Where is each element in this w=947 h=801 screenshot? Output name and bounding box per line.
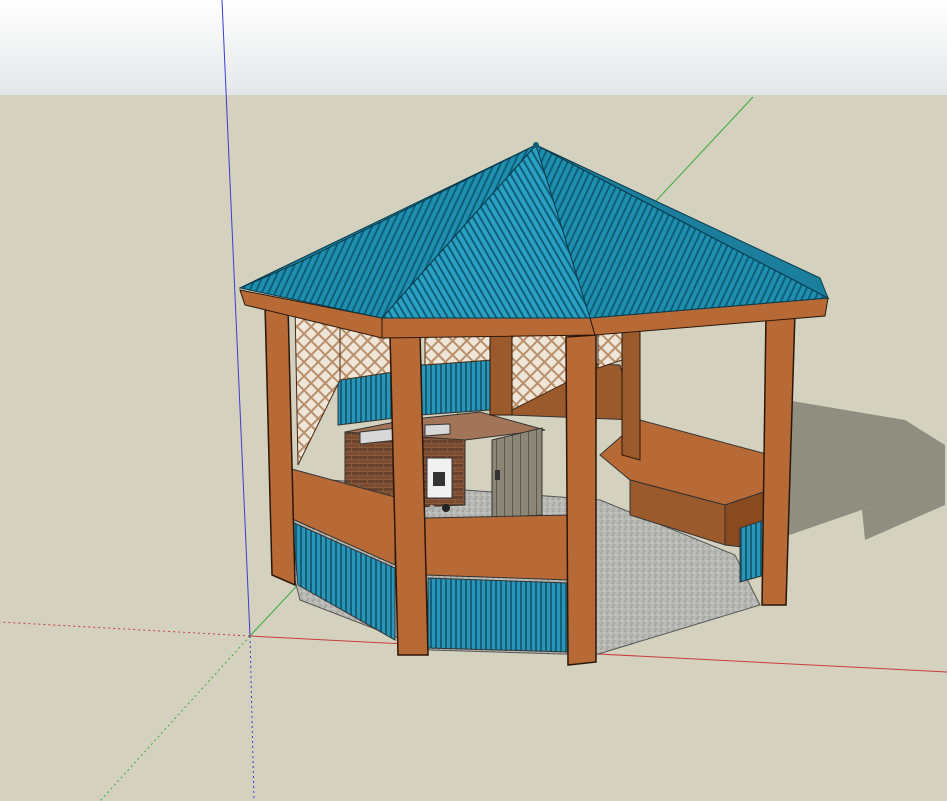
front-center-panel bbox=[427, 577, 569, 653]
3d-scene-canvas[interactable] bbox=[0, 0, 947, 801]
post-back-center bbox=[489, 329, 513, 416]
post-back-right bbox=[621, 327, 641, 461]
wooden-door-icon bbox=[491, 427, 543, 519]
roof-finial bbox=[533, 142, 539, 148]
front-center-rail bbox=[424, 514, 571, 581]
oven-top-slot-2 bbox=[424, 423, 451, 437]
fascia-front bbox=[381, 317, 596, 339]
post-front-right bbox=[565, 334, 597, 666]
sky-background bbox=[0, 0, 947, 96]
modeling-viewport[interactable] bbox=[0, 0, 947, 801]
right-wall-panel bbox=[739, 519, 766, 583]
